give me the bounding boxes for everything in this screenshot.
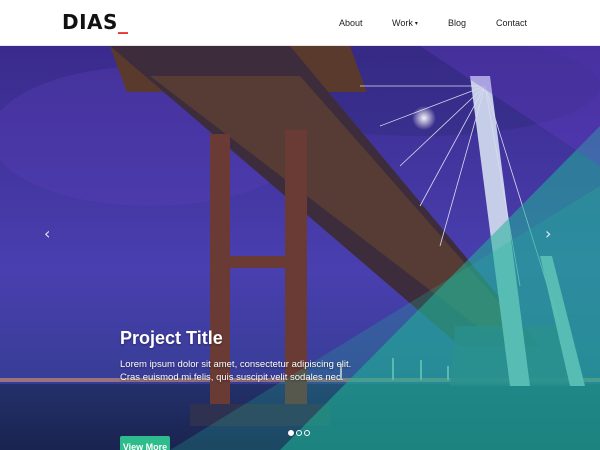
- main-nav: About Work ▾ Blog Contact: [0, 0, 600, 46]
- nav-item-blog[interactable]: Blog: [448, 17, 466, 29]
- slide-dot[interactable]: [288, 430, 294, 436]
- navbar: DIAS_ About Work ▾ Blog Contact: [0, 0, 600, 46]
- slider-pagination: [288, 430, 312, 438]
- chevron-down-icon: ▾: [414, 21, 418, 27]
- nav-item-contact[interactable]: Contact: [496, 17, 527, 29]
- slide-dot[interactable]: [296, 430, 302, 436]
- slide-caption: Project Title Lorem ipsum dolor sit amet…: [120, 326, 440, 450]
- nav-item-work-label: Work: [392, 18, 413, 28]
- slide-description-line: Lorem ipsum dolor sit amet, consectetur …: [120, 359, 352, 370]
- next-slide-icon[interactable]: ›: [545, 224, 551, 244]
- bridge-photo: [0, 46, 600, 450]
- nav-item-work[interactable]: Work ▾: [392, 17, 418, 30]
- prev-slide-icon[interactable]: ‹: [44, 224, 50, 244]
- slide-title: Project Title: [120, 328, 223, 348]
- slide-dot[interactable]: [304, 430, 310, 436]
- view-more-button[interactable]: View More: [120, 436, 170, 450]
- slide-description-line: Cras euismod mi felis, quis suscipit vel…: [120, 372, 344, 383]
- hero-slider: ‹ › Project Title Lorem ipsum dolor sit …: [0, 46, 600, 450]
- nav-item-about[interactable]: About: [339, 17, 363, 29]
- slide-description: Lorem ipsum dolor sit amet, consectetur …: [120, 358, 352, 384]
